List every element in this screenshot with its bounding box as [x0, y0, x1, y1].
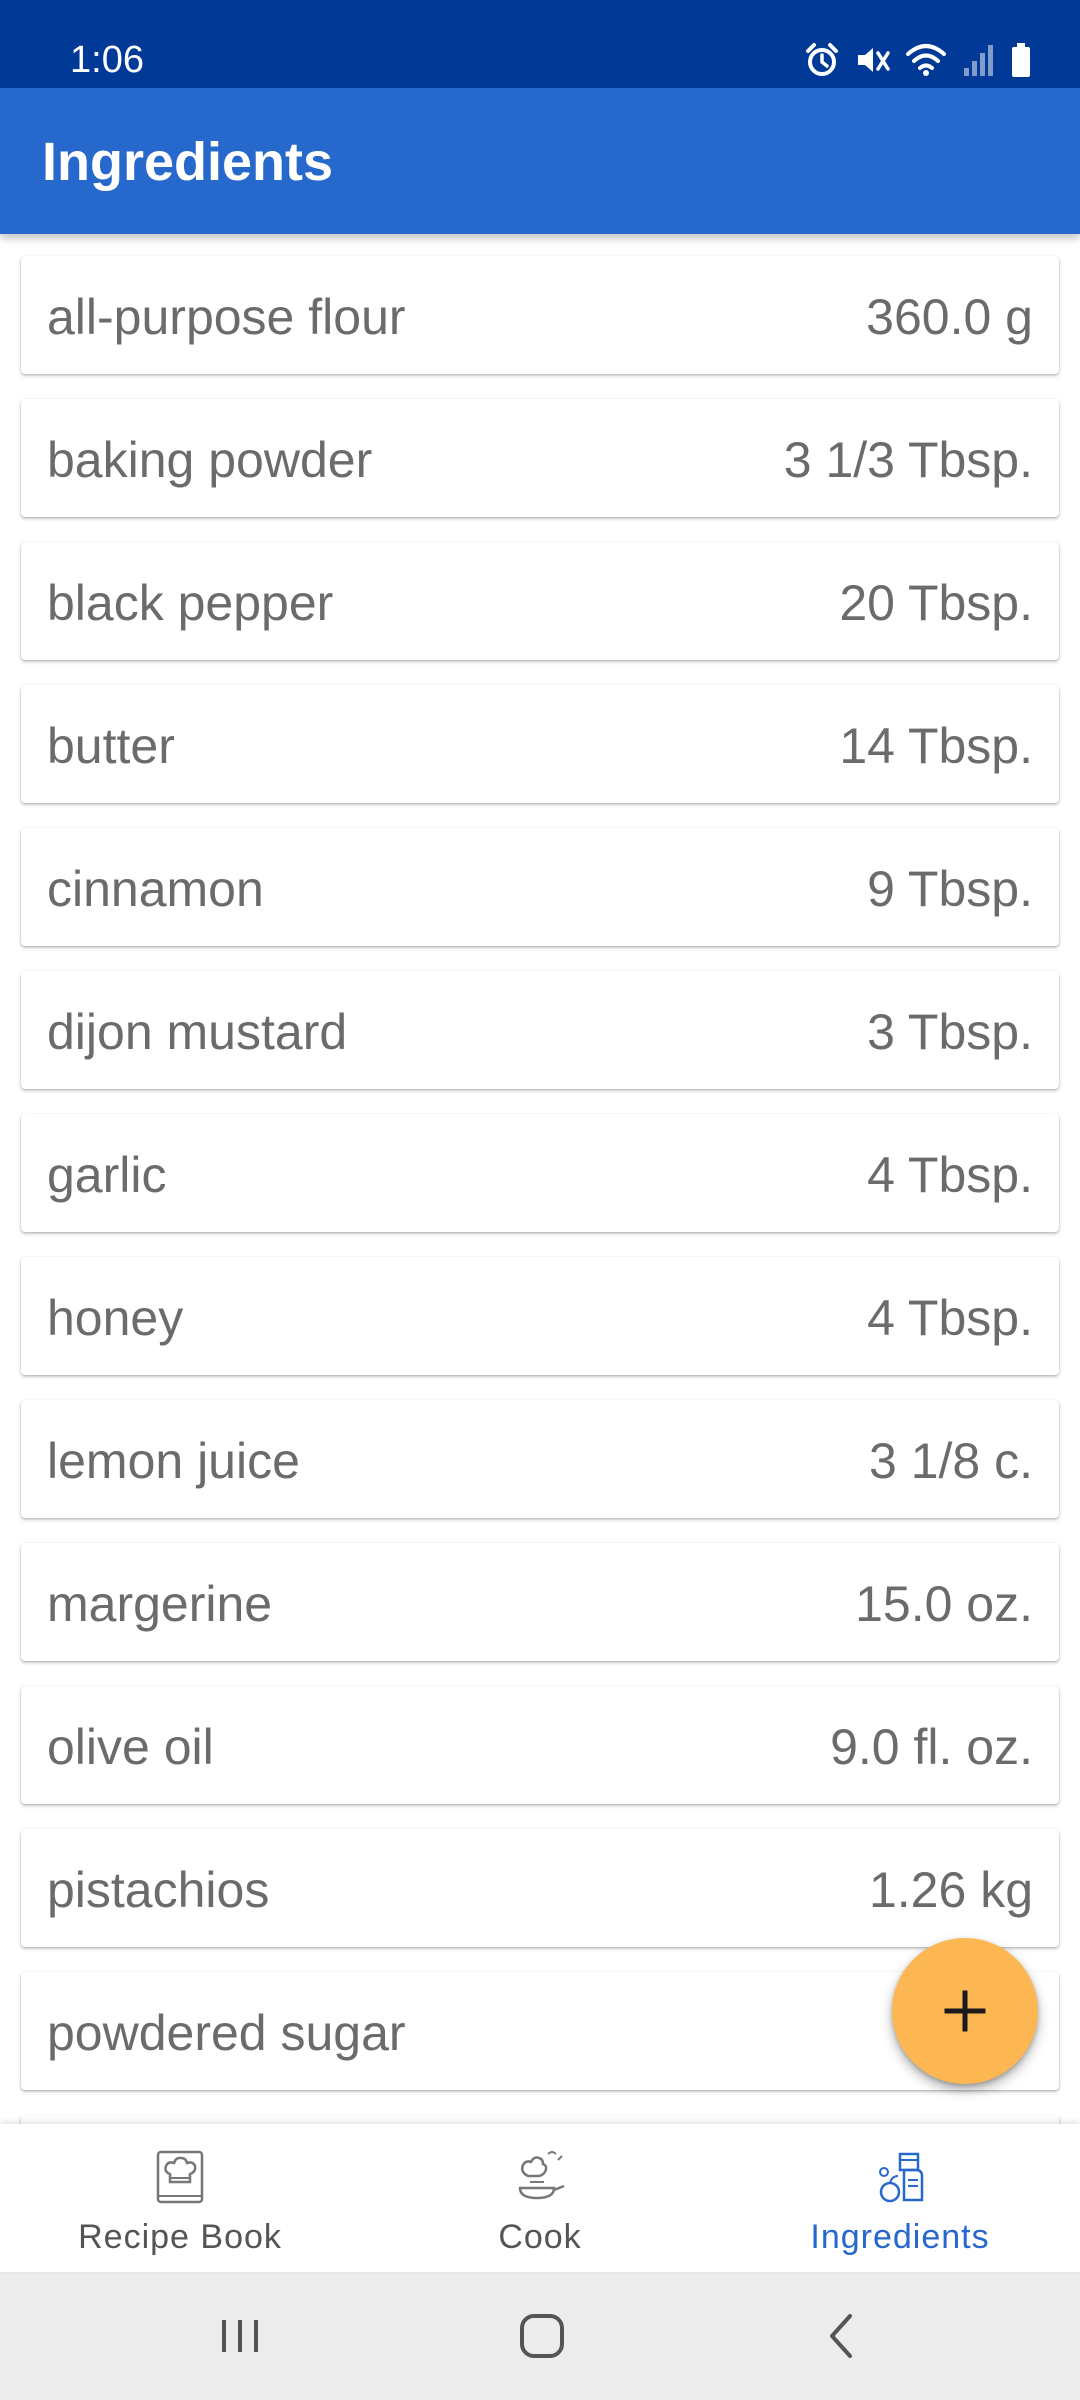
- nav-item-ingredients[interactable]: Ingredients: [720, 2124, 1080, 2272]
- ingredient-quantity: 3 1/8 c.: [869, 1433, 1033, 1489]
- ingredient-name: cinnamon: [47, 861, 264, 917]
- system-navigation-bar: [0, 2272, 1080, 2400]
- recent-apps-icon[interactable]: [210, 2306, 270, 2366]
- ingredient-card[interactable]: cinnamon 9 Tbsp.: [21, 828, 1059, 946]
- ingredient-name: honey: [47, 1290, 184, 1346]
- ingredient-name: powdered sugar: [47, 2005, 406, 2061]
- ingredient-card[interactable]: garlic 4 Tbsp.: [21, 1114, 1059, 1232]
- ingredients-icon: [879, 2152, 924, 2203]
- nav-label: Ingredients: [810, 2218, 990, 2256]
- ingredient-card[interactable]: [21, 2115, 1059, 2124]
- home-icon[interactable]: [512, 2306, 572, 2366]
- page-title: Ingredients: [42, 132, 334, 192]
- mute-icon: [854, 42, 890, 78]
- battery-icon: [1010, 42, 1032, 78]
- ingredient-card[interactable]: pistachios 1.26 kg: [21, 1829, 1059, 1947]
- ingredient-quantity: 9.0 fl. oz.: [830, 1719, 1033, 1775]
- ingredient-card[interactable]: dijon mustard 3 Tbsp.: [21, 971, 1059, 1089]
- ingredient-name: baking powder: [47, 432, 373, 488]
- ingredient-card[interactable]: honey 4 Tbsp.: [21, 1257, 1059, 1375]
- ingredient-quantity: 15.0 oz.: [855, 1576, 1033, 1632]
- bottom-navigation: Recipe Book Cook Ingredients: [0, 2124, 1080, 2272]
- ingredient-card[interactable]: butter 14 Tbsp.: [21, 685, 1059, 803]
- ingredient-card[interactable]: black pepper 20 Tbsp.: [21, 542, 1059, 660]
- ingredient-card[interactable]: olive oil 9.0 fl. oz.: [21, 1686, 1059, 1804]
- ingredient-quantity: 14 Tbsp.: [839, 718, 1033, 774]
- ingredient-name: pistachios: [47, 1862, 270, 1918]
- signal-icon: [962, 42, 996, 78]
- ingredient-name: margerine: [47, 1576, 273, 1632]
- ingredient-quantity: 3 Tbsp.: [867, 1004, 1033, 1060]
- ingredient-quantity: 360.0 g: [866, 289, 1033, 345]
- ingredient-quantity: 3 1/3 Tbsp.: [783, 432, 1033, 488]
- alarm-icon: [804, 42, 840, 78]
- ingredient-name: black pepper: [47, 575, 334, 631]
- app-bar: Ingredients: [0, 88, 1080, 234]
- wifi-icon: [904, 42, 948, 78]
- nav-item-cook[interactable]: Cook: [360, 2124, 720, 2272]
- status-time: 1:06: [70, 39, 144, 81]
- ingredient-card[interactable]: lemon juice 3 1/8 c.: [21, 1400, 1059, 1518]
- ingredient-name: garlic: [47, 1147, 167, 1203]
- status-icons: [804, 38, 1032, 82]
- ingredient-card[interactable]: margerine 15.0 oz.: [21, 1543, 1059, 1661]
- ingredient-name: dijon mustard: [47, 1004, 348, 1060]
- ingredient-name: all-purpose flour: [47, 289, 406, 345]
- nav-label: Recipe Book: [78, 2218, 282, 2256]
- back-icon[interactable]: [812, 2306, 872, 2366]
- ingredient-card[interactable]: baking powder 3 1/3 Tbsp.: [21, 399, 1059, 517]
- cook-icon: [518, 2151, 565, 2200]
- ingredient-card[interactable]: all-purpose flour 360.0 g: [21, 256, 1059, 374]
- ingredient-quantity: 4 Tbsp.: [867, 1290, 1033, 1346]
- app-root: 1:06 Ingredients all-purpose flour 360.0…: [0, 0, 1080, 2400]
- ingredient-name: olive oil: [47, 1719, 214, 1775]
- ingredient-quantity: 1.26 kg: [868, 1862, 1033, 1918]
- ingredient-quantity: 4 Tbsp.: [867, 1147, 1033, 1203]
- ingredient-list[interactable]: all-purpose flour 360.0 g baking powder …: [0, 234, 1080, 2124]
- recipe-book-icon: [156, 2150, 204, 2204]
- ingredient-quantity: 20 Tbsp.: [839, 575, 1033, 631]
- nav-item-recipe-book[interactable]: Recipe Book: [0, 2124, 360, 2272]
- status-bar: 1:06: [0, 0, 1080, 88]
- add-ingredient-button[interactable]: [892, 1938, 1038, 2084]
- plus-icon: [944, 1990, 986, 2032]
- ingredient-name: butter: [47, 718, 175, 774]
- ingredient-name: lemon juice: [47, 1433, 300, 1489]
- ingredient-quantity: 9 Tbsp.: [867, 861, 1033, 917]
- nav-label: Cook: [498, 2218, 582, 2256]
